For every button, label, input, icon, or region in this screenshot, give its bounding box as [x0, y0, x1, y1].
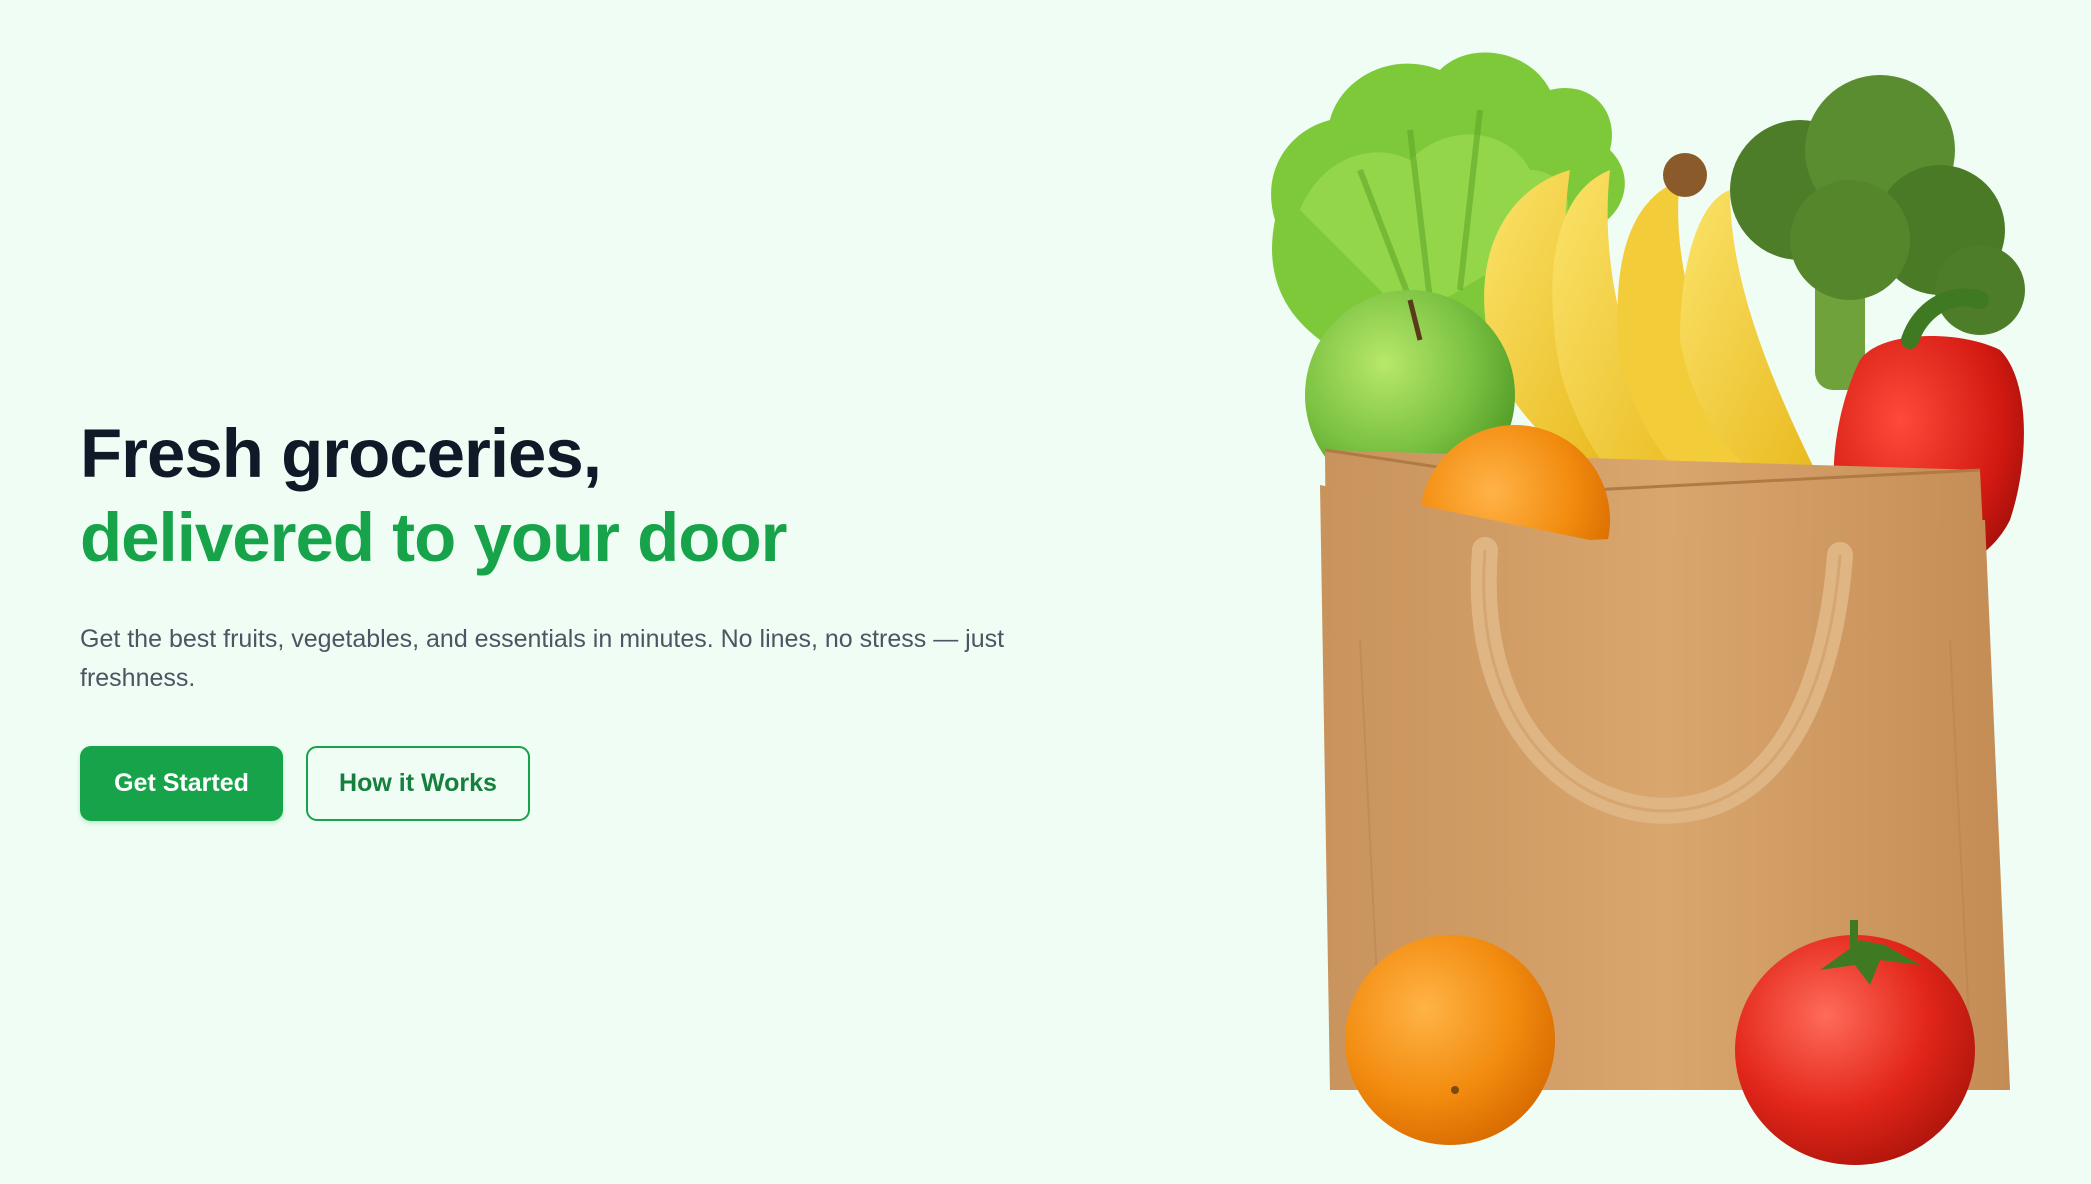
how-it-works-button[interactable]: How it Works	[306, 746, 530, 821]
headline-line-2: delivered to your door	[80, 499, 787, 576]
hero-headline: Fresh groceries, delivered to your door	[80, 412, 1040, 580]
get-started-button[interactable]: Get Started	[80, 746, 283, 821]
grocery-bag-icon	[1271, 52, 2025, 1165]
orange-icon	[1345, 935, 1555, 1145]
hero-text-block: Fresh groceries, delivered to your door …	[80, 412, 1040, 821]
hero-actions: Get Started How it Works	[80, 746, 1040, 821]
hero-section: Fresh groceries, delivered to your door …	[0, 0, 2091, 1184]
hero-subtext: Get the best fruits, vegetables, and ess…	[80, 625, 1005, 692]
headline-line-1: Fresh groceries,	[80, 415, 602, 492]
grocery-bag-image	[1260, 40, 2050, 1184]
